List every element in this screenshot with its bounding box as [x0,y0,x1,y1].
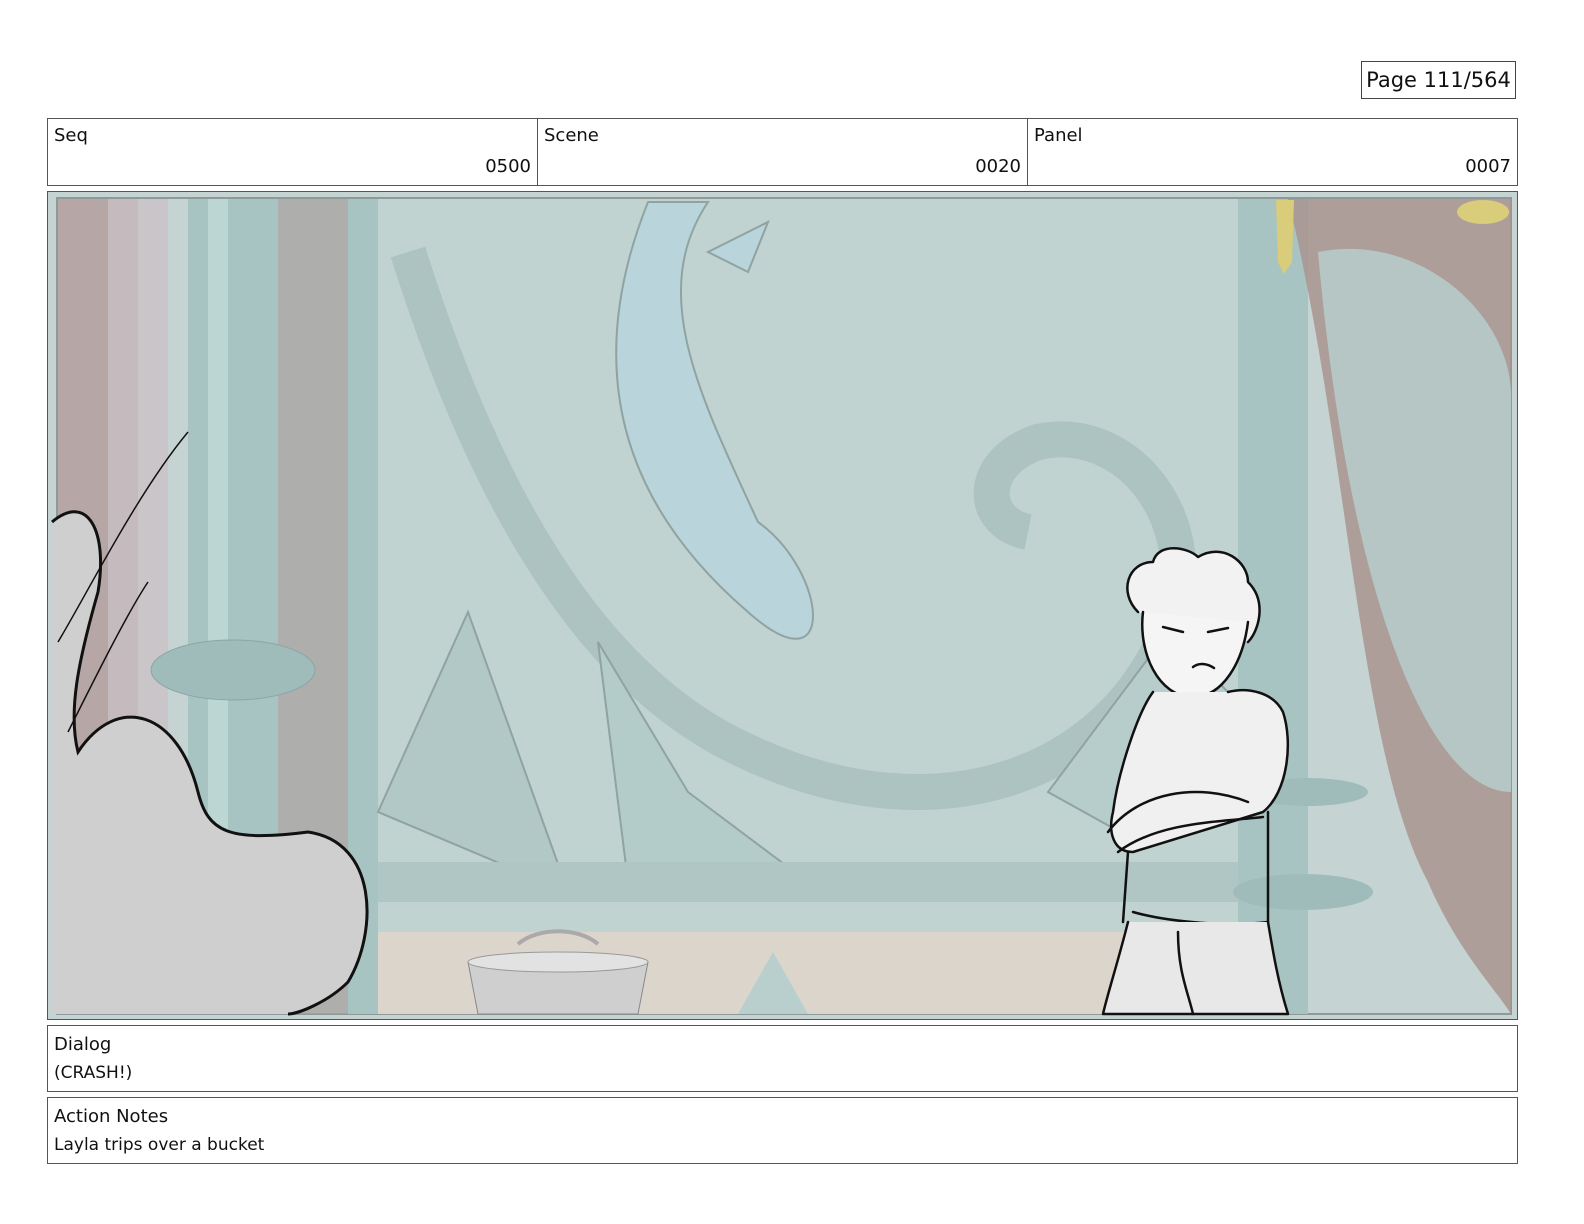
storyboard-frame [47,191,1518,1020]
seq-value: 0500 [485,156,531,177]
dialog-box: Dialog (CRASH!) [47,1025,1518,1092]
scene-label: Scene [544,125,599,146]
seq-label: Seq [54,125,88,146]
dialog-text: (CRASH!) [54,1063,133,1083]
dialog-label: Dialog [54,1034,112,1055]
panel-cell: Panel 0007 [1028,119,1517,185]
scene-cell: Scene 0020 [538,119,1028,185]
panel-label: Panel [1034,125,1083,146]
panel-header: Seq 0500 Scene 0020 Panel 0007 [47,118,1518,186]
seq-cell: Seq 0500 [48,119,538,185]
action-notes-label: Action Notes [54,1106,169,1127]
action-notes-box: Action Notes Layla trips over a bucket [47,1097,1518,1164]
storyboard-drawing [48,192,1517,1019]
page-number: Page 111/564 [1361,61,1516,99]
action-notes-text: Layla trips over a bucket [54,1135,265,1155]
panel-value: 0007 [1465,156,1511,177]
scene-value: 0020 [975,156,1021,177]
